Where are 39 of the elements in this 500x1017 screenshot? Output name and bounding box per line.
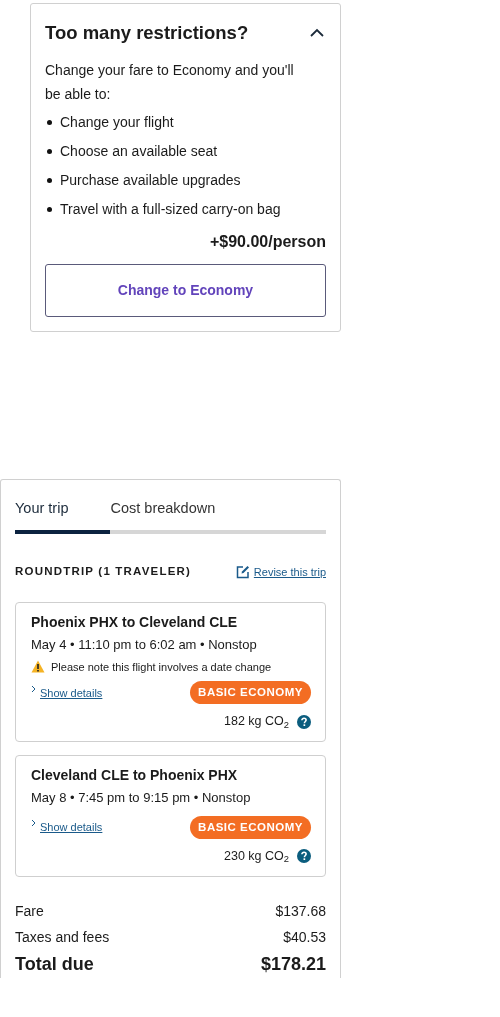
flight-times: May 8 • 7:45 pm to 9:15 pm • Nonstop [31, 789, 252, 808]
warning-text: Please note this flight involves a date change [51, 659, 272, 675]
help-icon[interactable] [297, 714, 311, 729]
chevron-icon [31, 684, 36, 693]
benefit-text: Travel with a full-sized carry-on bag [60, 200, 281, 220]
warning-icon [31, 660, 45, 674]
flight-route: Cleveland CLE to Phoenix PHX [31, 767, 239, 785]
flight-times: May 4 • 11:10 pm to 6:02 am • Nonstop [31, 636, 258, 655]
bullet-icon [47, 178, 52, 184]
show-details-link[interactable]: Show details [31, 684, 103, 702]
tab[interactable]: Cost breakdown [110, 498, 216, 530]
cost-label: Fare [15, 901, 44, 921]
change-fare-button[interactable]: Change to Economy [45, 264, 326, 318]
cost-amount: $137.68 [275, 901, 326, 921]
edit-icon [235, 565, 250, 580]
cost-amount: $178.21 [260, 952, 326, 976]
cost-amount: $40.53 [283, 927, 326, 947]
chevron-icon [31, 818, 36, 827]
emissions-text: 182 kg CO$_{2}$ [224, 713, 289, 732]
bullet-icon [47, 120, 52, 126]
intro-text: Change your fare to Economy and you'll be able to: [45, 61, 295, 105]
section-heading: ROUNDTRIP (1 TRAVELER) [15, 565, 192, 580]
benefit-text: Change your flight [60, 113, 174, 133]
emissions-text: 230 kg CO$_{2}$ [224, 847, 289, 866]
cost-label: Taxes and fees [15, 927, 110, 947]
bullet-icon [47, 207, 52, 213]
fare-badge: BASIC ECONOMY [190, 815, 311, 839]
benefit-text: Purchase available upgrades [60, 171, 241, 191]
flight-route: Phoenix PHX to Cleveland CLE [31, 614, 239, 632]
revise-trip-link[interactable]: Revise this trip [253, 563, 326, 581]
fare-badge: BASIC ECONOMY [190, 681, 311, 705]
price-text: +$90.00/person [208, 232, 326, 253]
bullet-icon [47, 149, 52, 155]
card-title: Too many restrictions? [45, 22, 249, 45]
help-icon[interactable] [297, 849, 311, 864]
tab[interactable]: Your trip [15, 498, 69, 530]
cost-label: Total due [15, 952, 94, 976]
show-details-link[interactable]: Show details [31, 818, 103, 836]
benefit-text: Choose an available seat [60, 142, 218, 162]
